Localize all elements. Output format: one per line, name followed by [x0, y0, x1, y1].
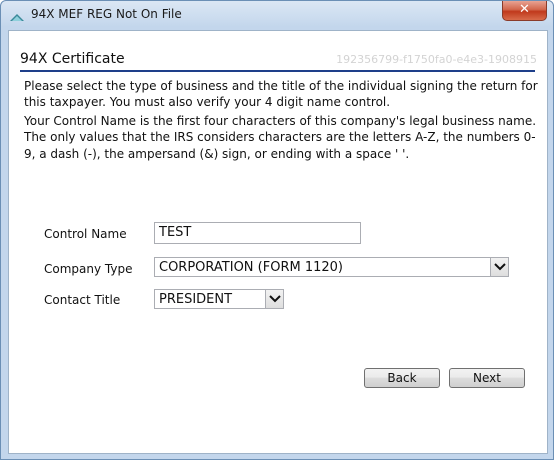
dialog-content: 94X Certificate 192356799-f1750fa0-e4e3-… [8, 30, 548, 454]
control-name-value: TEST [159, 225, 192, 240]
contact-title-value: PRESIDENT [159, 292, 233, 307]
title-bar[interactable]: 94X MEF REG Not On File ✕ [1, 1, 553, 29]
company-type-select[interactable]: CORPORATION (FORM 1120) [154, 257, 509, 277]
cloud-app-icon [9, 9, 25, 21]
company-type-value: CORPORATION (FORM 1120) [159, 260, 343, 275]
back-button[interactable]: Back [364, 368, 440, 388]
company-type-label: Company Type [44, 262, 133, 276]
close-icon: ✕ [519, 2, 530, 17]
contact-title-select[interactable]: PRESIDENT [154, 289, 284, 309]
section-title: 94X Certificate [20, 51, 125, 67]
section-divider [20, 70, 535, 72]
contact-title-label: Contact Title [44, 293, 121, 307]
chevron-down-icon[interactable] [490, 258, 508, 276]
dialog-window: 94X MEF REG Not On File ✕ 94X Certificat… [0, 0, 554, 460]
instruction-paragraph-2: Your Control Name is the first four char… [24, 114, 537, 161]
close-button[interactable]: ✕ [502, 1, 547, 21]
instruction-paragraph-1: Please select the type of business and t… [24, 79, 538, 110]
next-button[interactable]: Next [449, 368, 525, 388]
control-name-input[interactable]: TEST [154, 222, 361, 244]
record-id-watermark: 192356799-f1750fa0-e4e3-1908915 [336, 53, 537, 66]
control-name-label: Control Name [44, 227, 127, 241]
chevron-down-icon[interactable] [265, 290, 283, 308]
window-title: 94X MEF REG Not On File [31, 7, 182, 21]
